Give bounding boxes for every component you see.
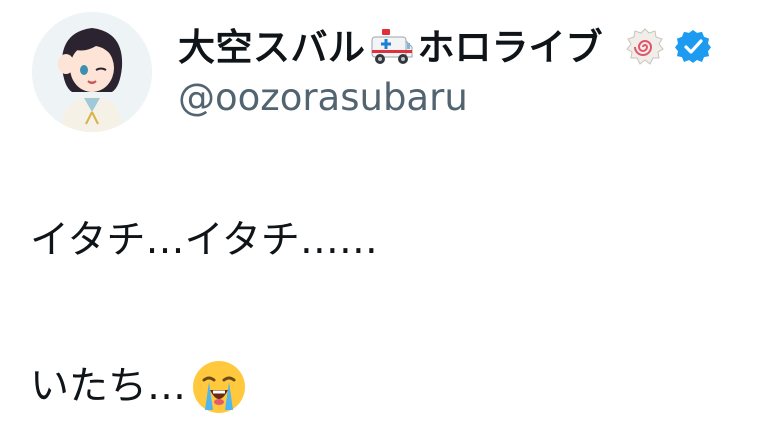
loudly-crying-face-icon [193, 361, 246, 413]
tweet-line-text: イタチ…イタチ…… [30, 218, 378, 263]
display-name-suffix[interactable]: ホロライブ [418, 29, 603, 66]
avatar[interactable] [32, 12, 152, 132]
tweet-line: いたち… [30, 356, 750, 418]
avatar-image [32, 12, 152, 132]
tweet-text: イタチ…イタチ…… いたち… [30, 210, 750, 418]
tweet-line: イタチ…イタチ…… [30, 210, 750, 272]
verified-badge-icon[interactable] [674, 29, 711, 65]
user-handle[interactable]: @oozorasubaru [178, 76, 468, 120]
display-name[interactable]: 大空スバル [178, 29, 366, 66]
narutomaki-icon [625, 28, 664, 65]
tweet-line-text: いたち… [30, 364, 187, 409]
display-name-row: 大空スバル ホロライブ [178, 22, 711, 72]
ambulance-icon [371, 29, 412, 64]
